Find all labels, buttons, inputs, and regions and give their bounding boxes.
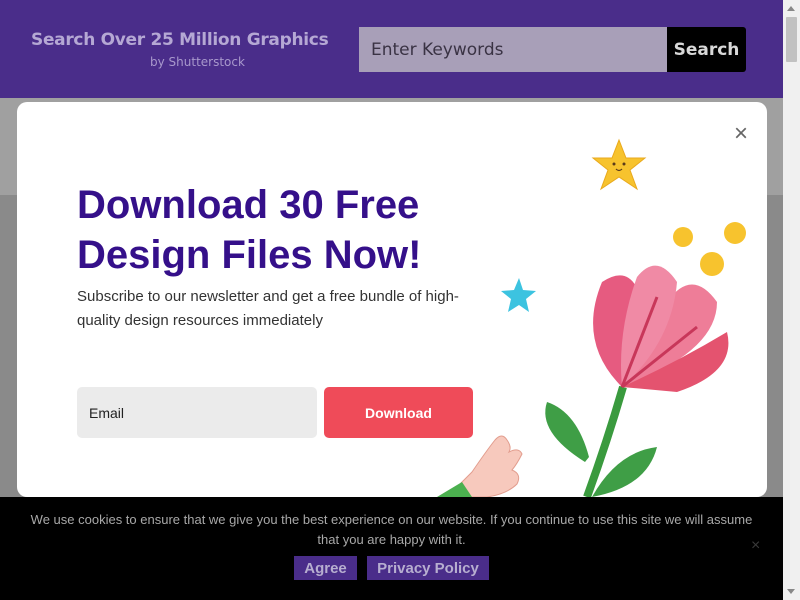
cookie-message: We use cookies to ensure that we give yo… (30, 512, 753, 547)
site-header: Search Over 25 Million Graphics by Shutt… (0, 0, 783, 98)
search-input[interactable] (359, 27, 667, 72)
modal-description: Subscribe to our newsletter and get a fr… (77, 288, 459, 329)
brand-subtitle: by Shutterstock (150, 55, 245, 69)
close-icon[interactable]: × (730, 122, 752, 146)
agree-button[interactable]: Agree (294, 556, 357, 580)
close-icon[interactable]: × (751, 537, 760, 555)
scroll-up-icon[interactable] (787, 6, 795, 11)
star-icon (591, 138, 647, 191)
scroll-thumb[interactable] (786, 17, 797, 62)
email-field[interactable] (77, 387, 317, 438)
star-icon (501, 278, 536, 312)
brand-title[interactable]: Search Over 25 Million Graphics (31, 30, 331, 50)
cookie-bar: We use cookies to ensure that we give yo… (0, 497, 783, 600)
download-button[interactable]: Download (324, 387, 473, 438)
privacy-policy-button[interactable]: Privacy Policy (367, 556, 489, 580)
newsletter-modal: × Download 30 Free Design Files Now! Sub… (17, 102, 767, 497)
modal-heading: Download 30 Free Design Files Now! (77, 183, 422, 277)
page-scrollbar[interactable] (783, 0, 800, 600)
search-button[interactable]: Search (667, 27, 746, 72)
scroll-down-icon[interactable] (787, 589, 795, 594)
